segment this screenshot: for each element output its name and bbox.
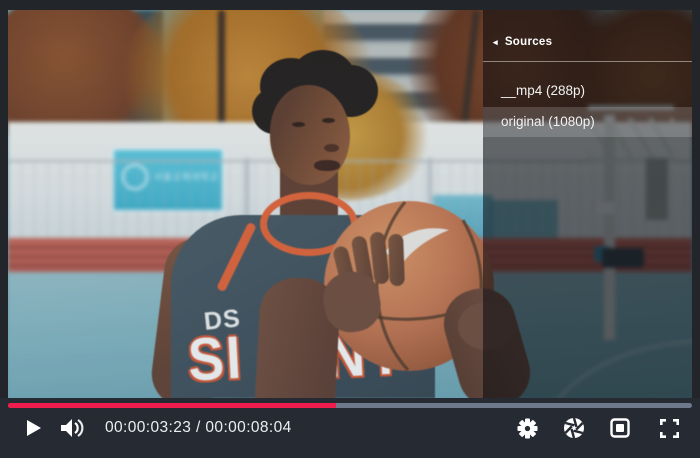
gear-icon: [517, 418, 538, 439]
sources-divider: [483, 61, 692, 62]
control-bar: 00:00:03:23 / 00:00:08:04: [0, 398, 700, 458]
sources-panel: ◂ Sources __mp4 (288p) original (1080p): [483, 10, 692, 398]
athlete-eye: [292, 122, 305, 127]
sources-header[interactable]: ◂ Sources: [493, 36, 552, 48]
back-arrow-icon: ◂: [493, 38, 498, 47]
volume-button[interactable]: [58, 398, 86, 458]
sources-title: Sources: [505, 36, 552, 48]
time-display: 00:00:03:23 / 00:00:08:04: [105, 398, 292, 458]
pip-button[interactable]: [608, 398, 632, 458]
jersey-text-left: SI: [186, 323, 245, 395]
video-viewport[interactable]: 서울교육대학교: [8, 10, 692, 398]
settings-button[interactable]: [515, 398, 539, 458]
athlete-finger: [388, 234, 405, 286]
source-option-original-1080p[interactable]: original (1080p): [483, 107, 692, 137]
athlete-mouth: [314, 160, 340, 171]
athlete-head: [270, 85, 350, 185]
fullscreen-icon: [660, 419, 679, 438]
athlete-nose: [324, 144, 339, 152]
pip-square-icon: [610, 418, 630, 438]
fullscreen-button[interactable]: [657, 398, 681, 458]
aperture-icon: [563, 417, 585, 439]
play-button[interactable]: [24, 398, 44, 458]
capture-button[interactable]: [561, 398, 587, 458]
athlete-eye: [322, 118, 335, 123]
speaker-icon: [60, 418, 84, 438]
source-option-mp4-288p[interactable]: __mp4 (288p): [483, 76, 692, 106]
